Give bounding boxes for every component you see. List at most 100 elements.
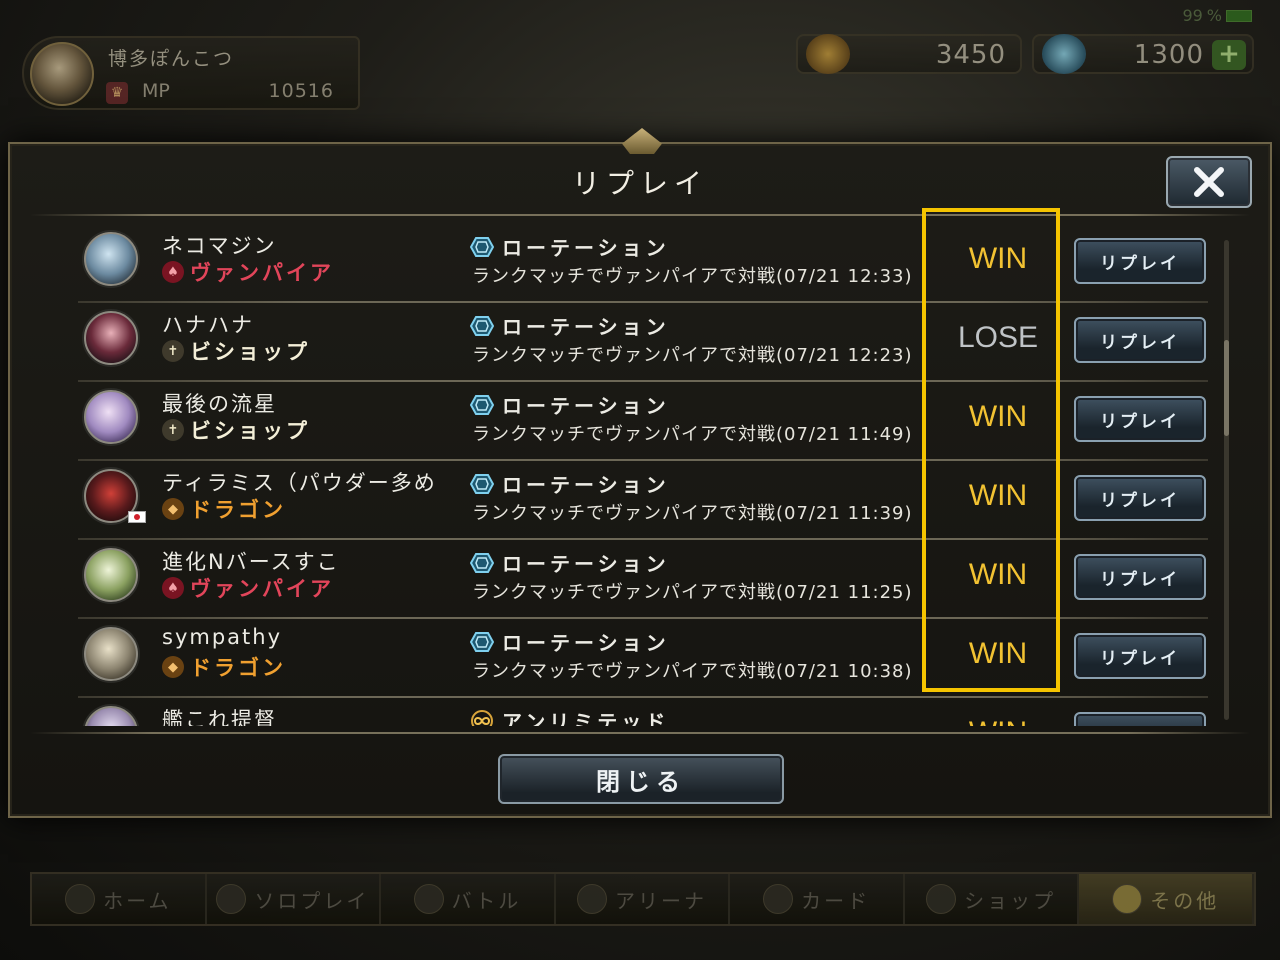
nav-label: カード	[801, 888, 871, 913]
format-label: ローテーション	[502, 631, 670, 655]
other-icon	[1112, 884, 1143, 914]
format-label: ローテーション	[502, 552, 670, 576]
close-x-button[interactable]	[1166, 156, 1252, 208]
bottom-navigation: ホーム ソロプレイ バトル アリーナ カード ショップ その他	[30, 872, 1256, 926]
crystal-icon	[1042, 34, 1086, 74]
match-result: WIN	[930, 716, 1066, 726]
replay-dialog: リプレイ ネコマジン ♠ ヴァンパイア ローテーション ランクマッチでヴァンパイアで対戦…	[8, 128, 1272, 818]
match-result: WIN	[968, 637, 1028, 670]
crystal-value: 1300	[1133, 40, 1204, 70]
class-label: ビショップ	[190, 340, 310, 364]
nav-label: ショップ	[964, 888, 1057, 913]
match-result: WIN	[968, 400, 1028, 433]
gold-value: 3450	[935, 40, 1006, 70]
match-result: WIN	[968, 558, 1028, 591]
nav-label: バトル	[451, 888, 522, 913]
nav-item[interactable]: ホーム	[32, 874, 207, 924]
replay-button[interactable]: リプレイ	[1074, 712, 1206, 726]
opponent-class: ◆ ドラゴン	[162, 652, 286, 682]
replay-list[interactable]: ネコマジン ♠ ヴァンパイア ローテーション ランクマッチでヴァンパイアで対戦(07/2…	[78, 224, 1222, 726]
replay-row: ティラミス（パウダー多め ◆ ドラゴン ローテーション ランクマッチでヴァンパイアで対戦…	[78, 461, 1208, 540]
dragon-class-icon: ◆	[162, 498, 184, 520]
list-scrollbar[interactable]	[1224, 240, 1229, 720]
format-label: ローテーション	[502, 473, 670, 497]
nav-label: その他	[1150, 888, 1220, 913]
close-icon	[1194, 167, 1224, 197]
match-description: ランクマッチでヴァンパイアで対戦(07/21 11:49)	[472, 424, 913, 445]
battle-format: ローテーション	[470, 548, 670, 577]
rotation-format-icon	[470, 236, 494, 257]
rotation-format-icon	[470, 394, 494, 415]
opponent-name: 進化Nバースすこ	[162, 550, 340, 574]
match-description: ランクマッチでヴァンパイアで対戦(07/21 12:23)	[472, 345, 913, 366]
class-label: ドラゴン	[190, 498, 286, 522]
close-button[interactable]: 閉じる	[498, 754, 784, 804]
rotation-format-icon	[470, 631, 494, 652]
replay-row: 最後の流星 ✝ ビショップ ローテーション ランクマッチでヴァンパイアで対戦(07/21…	[78, 382, 1208, 461]
opponent-class: ♠ ヴァンパイア	[162, 573, 334, 603]
battery-percent: 99	[1182, 6, 1203, 25]
scroll-thumb[interactable]	[1224, 340, 1229, 436]
opponent-class: ♠ ヴァンパイア	[162, 257, 334, 287]
battle-format: ローテーション	[470, 469, 670, 498]
nav-label: アリーナ	[615, 888, 708, 913]
class-label: ヴァンパイア	[190, 261, 334, 285]
rotation-format-icon	[470, 315, 494, 336]
vampire-class-icon: ♠	[162, 261, 184, 283]
rotation-format-icon	[470, 473, 494, 494]
battle-format: ローテーション	[470, 390, 670, 419]
class-label: ビショップ	[190, 419, 310, 443]
opponent-name: ハナハナ	[162, 313, 254, 337]
format-label: ローテーション	[502, 394, 670, 418]
nav-label: ホーム	[103, 888, 172, 913]
opponent-class: ◆ ドラゴン	[162, 494, 286, 524]
solo-play-icon	[216, 884, 247, 914]
replay-button[interactable]: リプレイ	[1074, 238, 1206, 284]
add-crystal-button[interactable]: +	[1212, 40, 1246, 70]
format-label: アンリミテッド	[502, 710, 670, 726]
gold-currency: 3450	[796, 34, 1022, 74]
bottom-divider	[30, 732, 1250, 734]
nav-item[interactable]: ソロプレイ	[207, 874, 382, 924]
match-description: ランクマッチでヴァンパイアで対戦(07/21 11:25)	[472, 582, 913, 603]
replay-button[interactable]: リプレイ	[1074, 633, 1206, 679]
nav-item[interactable]: カード	[730, 874, 905, 924]
home-icon	[65, 884, 96, 914]
player-profile[interactable]: 博多ぽんこつ ♛ MP 10516	[22, 36, 360, 110]
nav-item[interactable]: ショップ	[905, 874, 1080, 924]
class-label: ドラゴン	[190, 656, 286, 680]
opponent-avatar	[84, 627, 138, 681]
replay-button[interactable]: リプレイ	[1074, 317, 1206, 363]
dragon-class-icon: ◆	[162, 656, 184, 678]
nav-item[interactable]: バトル	[381, 874, 556, 924]
opponent-name: sympathy	[162, 625, 282, 649]
replay-button[interactable]: リプレイ	[1074, 554, 1206, 600]
card-icon	[763, 884, 794, 914]
replay-row: 艦これ提督 アンリミテッド WIN リプレイ	[78, 698, 1208, 726]
mp-label: MP	[142, 80, 170, 102]
nav-label: ソロプレイ	[254, 888, 370, 913]
opponent-name: 最後の流星	[162, 392, 277, 416]
gold-icon	[806, 34, 850, 74]
bishop-class-icon: ✝	[162, 340, 184, 362]
replay-row: ハナハナ ✝ ビショップ ローテーションランクマッチでヴァンパイアで対戦(07/21 …	[78, 303, 1208, 382]
profile-name: 博多ぽんこつ	[108, 48, 235, 70]
format-label: ローテーション	[502, 315, 670, 339]
format-label: ローテーション	[502, 236, 670, 260]
opponent-name: ティラミス（パウダー多め	[162, 471, 437, 495]
replay-button[interactable]: リプレイ	[1074, 475, 1206, 521]
battle-format: ローテーション	[470, 232, 670, 261]
opponent-class: ✝ ビショップ	[162, 336, 310, 366]
match-description: ランクマッチでヴァンパイアで対戦(07/21 10:38)	[472, 661, 913, 682]
nav-item[interactable]: アリーナ	[556, 874, 731, 924]
class-label: ヴァンパイア	[190, 577, 334, 601]
profile-avatar	[30, 42, 94, 106]
rank-icon: ♛	[106, 82, 128, 104]
title-divider	[30, 214, 1250, 216]
japan-flag-icon	[128, 511, 146, 523]
battle-icon	[413, 884, 444, 914]
replay-button[interactable]: リプレイ	[1074, 396, 1206, 442]
nav-item[interactable]: その他	[1079, 874, 1255, 924]
match-description: ランクマッチでヴァンパイアで対戦(07/21 12:33)	[472, 266, 913, 287]
replay-row: sympathy ◆ ドラゴン ローテーションランクマッチでヴァンパイアで対戦(07/…	[78, 619, 1208, 698]
